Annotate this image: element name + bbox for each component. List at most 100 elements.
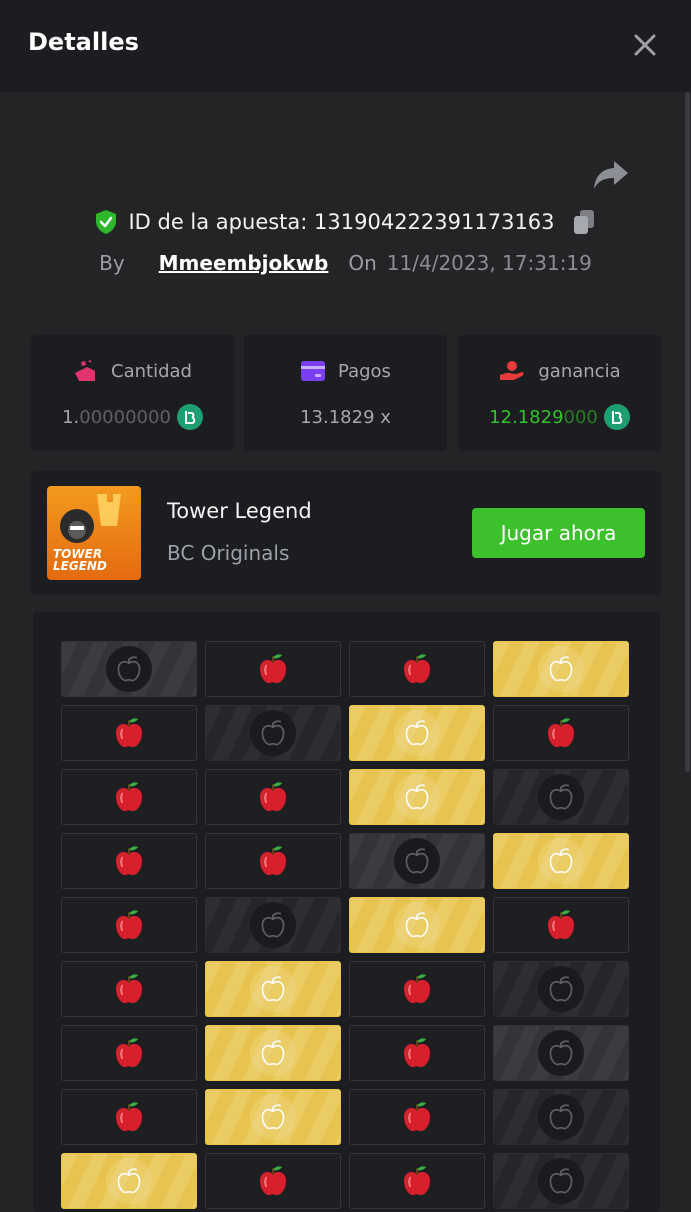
apple-icon [258,1165,288,1197]
board-cell [205,897,341,953]
board-cell [61,641,197,697]
apple-icon [402,653,432,685]
apple-icon [258,845,288,877]
board-cell [493,1025,629,1081]
apple-outline-icon [538,646,584,692]
apple-outline-icon [538,1030,584,1076]
scrollbar[interactable] [685,92,690,772]
board-cell [61,1025,197,1081]
board-cell [493,833,629,889]
game-name: Tower Legend [167,499,312,523]
username-link[interactable]: Mmeembjokwb [159,251,329,275]
copy-button[interactable] [571,208,597,236]
board-cell [349,897,485,953]
apple-icon [402,973,432,1005]
hand-coin-icon [500,361,524,380]
modal-title: Detalles [28,28,139,56]
board-cell [61,769,197,825]
apple-outline-icon [250,966,296,1012]
apple-outline-icon [394,710,440,756]
apple-icon [114,781,144,813]
bet-stats: Cantidad 1.00000000 Pagos 13.1829 x gana… [31,335,661,451]
apple-icon [402,1101,432,1133]
apple-icon [546,717,576,749]
play-now-button[interactable]: Jugar ahora [472,508,645,558]
board-cell [61,1153,197,1209]
stat-ganancia: ganancia 12.1829000 [458,335,661,451]
board-cell [493,641,629,697]
board-cell [205,641,341,697]
apple-outline-icon [250,1030,296,1076]
stat-cantidad-label: Cantidad [111,360,192,382]
apple-icon [546,909,576,941]
bet-date: 11/4/2023, 17:31:19 [386,251,592,275]
board-cell [349,705,485,761]
stat-cantidad: Cantidad 1.00000000 [31,335,234,451]
shield-check-icon [96,210,117,234]
board-cell [349,1089,485,1145]
apple-outline-icon [250,902,296,948]
apple-icon [114,1101,144,1133]
apple-icon [258,781,288,813]
board-cell [205,833,341,889]
apple-icon [114,909,144,941]
board-cell [493,1089,629,1145]
card-icon [301,361,326,381]
apple-outline-icon [538,1094,584,1140]
board-cell [349,1025,485,1081]
board-cell [61,833,197,889]
board-cell [349,769,485,825]
board-cell [205,961,341,1017]
board-cell [205,1153,341,1209]
apple-icon [114,973,144,1005]
board-cell [493,769,629,825]
bet-id-row: ID de la apuesta: 131904222391173163 [0,205,691,239]
apple-outline-icon [106,1158,152,1204]
stat-ganancia-value: 12.1829 [489,406,564,428]
stat-cantidad-value-decimals: 00000000 [79,406,171,428]
board-cell [493,1153,629,1209]
board-cell [205,705,341,761]
modal-header: Detalles [0,0,691,92]
on-label: On [348,251,377,275]
apple-icon [258,653,288,685]
board-cell [205,769,341,825]
bet-meta-row: By Mmeembjokwb On 11/4/2023, 17:31:19 [0,248,691,278]
apple-icon [402,1165,432,1197]
apple-outline-icon [538,966,584,1012]
stat-pagos-label: Pagos [338,360,391,382]
board-cell [61,961,197,1017]
bc-coin-icon [176,404,203,430]
by-label: By [99,251,125,275]
stat-pagos: Pagos 13.1829 x [244,335,447,451]
apple-icon [114,845,144,877]
board-cell [493,961,629,1017]
apple-outline-icon [250,1094,296,1140]
bet-id: ID de la apuesta: 131904222391173163 [128,210,555,234]
game-thumbnail[interactable]: TOWER LEGEND [47,486,141,580]
close-button[interactable] [628,28,662,62]
board-cell [349,833,485,889]
game-card: TOWER LEGEND Tower Legend BC Originals J… [31,471,661,595]
board-cell [205,1089,341,1145]
board-cell [349,641,485,697]
board-cell [61,897,197,953]
bc-coin-icon [603,404,630,430]
apple-outline-icon [106,646,152,692]
board-cell [205,1025,341,1081]
share-button[interactable] [592,157,630,191]
share-icon [594,161,628,189]
close-icon [634,34,656,56]
board-cell [349,961,485,1017]
board-cell [493,897,629,953]
game-thumbnail-text: TOWER LEGEND [53,547,107,573]
apple-icon [114,717,144,749]
apple-outline-icon [250,710,296,756]
stat-pagos-value: 13.1829 x [300,406,391,428]
apple-icon [402,1037,432,1069]
board-cell [61,1089,197,1145]
apple-outline-icon [394,838,440,884]
board-cell [349,1153,485,1209]
apple-outline-icon [538,1158,584,1204]
amount-icon [75,360,96,381]
